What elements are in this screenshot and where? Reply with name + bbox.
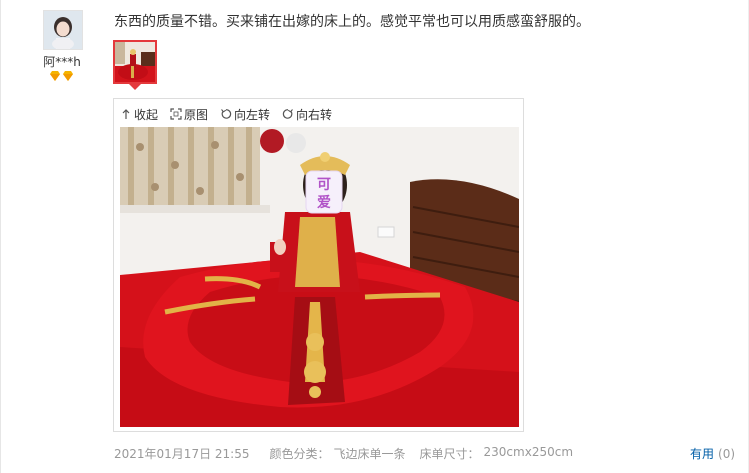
user-avatar[interactable] [43,10,83,50]
collapse-button[interactable]: 收起 [120,105,158,123]
useful-button[interactable]: 有用 [690,447,714,461]
diamond-icon [50,71,60,81]
review-image-thumbnail[interactable] [113,40,157,84]
wedding-dress-photo: 可 爱 [120,127,519,427]
rotate-right-button[interactable]: 向右转 [282,105,332,123]
collapse-arrow-icon [122,109,130,119]
original-image-button[interactable]: 原图 [170,105,208,123]
review-date: 2021年01月17日 21:55 [114,447,250,461]
useful-vote: 有用 (0) [690,445,735,462]
diamond-icon [63,71,73,81]
rotate-right-label: 向右转 [296,107,333,122]
rotate-left-button[interactable]: 向左转 [220,105,270,123]
rotate-left-label: 向左转 [234,107,271,122]
viewer-toolbar: 收起 原图 向左转 向右转 [120,105,332,123]
review-meta: 2021年01月17日 21:55 颜色分类： 飞边床单一条 床单尺寸： 230cm… [114,445,573,462]
avatar-image [44,11,82,49]
review-text: 东西的质量不错。买来铺在出嫁的床上的。感觉平常也可以用质感蛮舒服的。 [114,14,590,30]
thumbnail-indicator-arrow [129,84,141,90]
product-properties: 颜色分类： 飞边床单一条 床单尺寸： 230cmx250cm [269,445,573,462]
member-badges [49,70,75,84]
size-label: 床单尺寸： [419,447,480,461]
original-image-label: 原图 [184,107,209,122]
size-value: 230cmx250cm [483,445,574,459]
collapse-label: 收起 [134,107,159,122]
review-photo[interactable]: 可 爱 [120,127,519,427]
color-value: 飞边床单一条 [333,447,406,461]
username[interactable]: 阿***h [30,53,94,70]
left-divider [0,0,1,473]
rotate-left-icon [221,109,232,119]
useful-count: (0) [718,447,736,461]
svg-text:爱: 爱 [317,195,331,211]
svg-text:可: 可 [317,177,331,193]
color-label: 颜色分类： [269,447,330,461]
rotate-right-icon [282,109,293,119]
thumbnail-image [115,42,155,82]
image-viewer: 收起 原图 向左转 向右转 可 爱 [113,98,524,432]
expand-icon [170,108,182,120]
